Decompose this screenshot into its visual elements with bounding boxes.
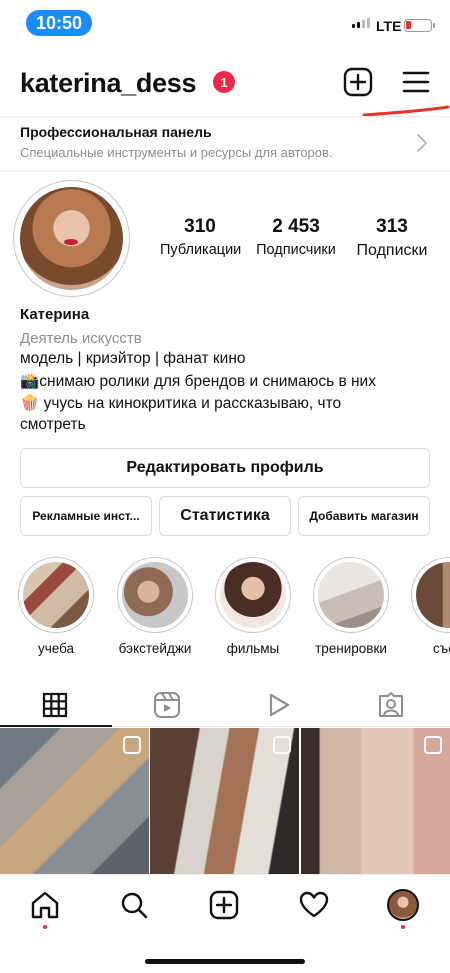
highlight-label: бэкстейджи <box>118 641 192 656</box>
stat-posts-value: 310 <box>184 216 216 237</box>
post-thumbnail[interactable] <box>301 728 450 874</box>
tab-tagged[interactable] <box>336 683 446 727</box>
create-icon[interactable] <box>208 889 240 921</box>
notification-badge: 1 <box>213 71 235 93</box>
statistics-button[interactable]: Статистика <box>159 496 291 536</box>
highlight-label: учеба <box>37 641 75 656</box>
bio-line: 🍿 учусь на кинокритика и рассказываю, чт… <box>20 395 342 412</box>
heart-icon[interactable] <box>298 889 330 921</box>
highlight-item[interactable]: учеба <box>18 557 94 656</box>
posts-grid <box>0 728 450 874</box>
professional-dashboard[interactable]: Профессиональная панель Специальные инст… <box>0 116 450 172</box>
reels-icon <box>154 692 180 718</box>
status-bar: 10:50 LTE <box>0 0 450 46</box>
search-icon[interactable] <box>118 889 150 921</box>
tab-reels[interactable] <box>112 683 222 727</box>
grid-icon <box>42 692 68 718</box>
network-label: LTE <box>376 18 402 34</box>
video-icon <box>269 693 290 717</box>
highlight-item[interactable]: фильмы <box>215 557 291 656</box>
reel-icon <box>273 736 291 754</box>
stat-following-label: Подписки <box>356 242 428 259</box>
tab-grid[interactable] <box>0 683 110 727</box>
reel-icon <box>123 736 141 754</box>
profile-avatar[interactable] <box>13 180 130 297</box>
home-indicator <box>145 959 305 964</box>
stat-posts[interactable]: 310 Публикации <box>160 216 242 258</box>
bio-line: 📸снимаю ролики для брендов и снимаюсь в … <box>20 373 376 390</box>
pro-panel-title: Профессиональная панель <box>20 124 212 140</box>
battery-icon <box>404 19 435 32</box>
ad-tools-button[interactable]: Рекламные инст... <box>20 496 152 536</box>
profile-tabs <box>0 683 450 727</box>
highlight-label: съем <box>433 641 450 656</box>
profile-category: Деятель искусств <box>20 330 142 347</box>
stat-posts-label: Публикации <box>160 242 242 258</box>
highlight-item[interactable]: съем <box>411 557 450 656</box>
pro-panel-subtitle: Специальные инструменты и ресурсы для ав… <box>20 145 333 160</box>
profile-header: katerina_dess 1 <box>0 60 450 110</box>
home-icon[interactable] <box>29 889 61 921</box>
tagged-icon <box>379 692 403 717</box>
bio-line: модель | криэйтор | фанат кино <box>20 350 246 367</box>
post-thumbnail[interactable] <box>0 728 149 874</box>
highlight-item[interactable]: бэкстейджи <box>117 557 193 656</box>
tab-video[interactable] <box>224 683 334 727</box>
highlight-item[interactable]: тренировки <box>313 557 389 656</box>
stat-followers[interactable]: 2 453 Подписчики <box>250 216 342 258</box>
edit-profile-button[interactable]: Редактировать профиль <box>20 448 430 488</box>
post-thumbnail[interactable] <box>150 728 299 874</box>
add-shop-button[interactable]: Добавить магазин <box>298 496 430 536</box>
chevron-right-icon <box>417 134 427 152</box>
menu-icon[interactable] <box>400 66 432 98</box>
stat-followers-value: 2 453 <box>272 216 320 237</box>
plus-square-icon[interactable] <box>342 66 374 98</box>
status-time: 10:50 <box>26 10 92 36</box>
bio-line: смотреть <box>20 416 86 433</box>
highlight-label: тренировки <box>315 641 387 656</box>
profile-name: Катерина <box>20 306 90 323</box>
stat-following-value: 313 <box>376 216 408 237</box>
highlight-label: фильмы <box>226 641 280 656</box>
username-title[interactable]: katerina_dess <box>20 68 197 99</box>
profile-notification-dot <box>401 925 405 929</box>
reel-icon <box>424 736 442 754</box>
stat-following[interactable]: 313 Подписки <box>350 216 434 260</box>
home-notification-dot <box>43 925 47 929</box>
stat-followers-label: Подписчики <box>256 242 336 258</box>
profile-avatar-tab[interactable] <box>387 889 419 921</box>
signal-icon <box>352 18 370 28</box>
bottom-navigation <box>0 874 450 973</box>
active-tab-indicator <box>0 725 112 727</box>
